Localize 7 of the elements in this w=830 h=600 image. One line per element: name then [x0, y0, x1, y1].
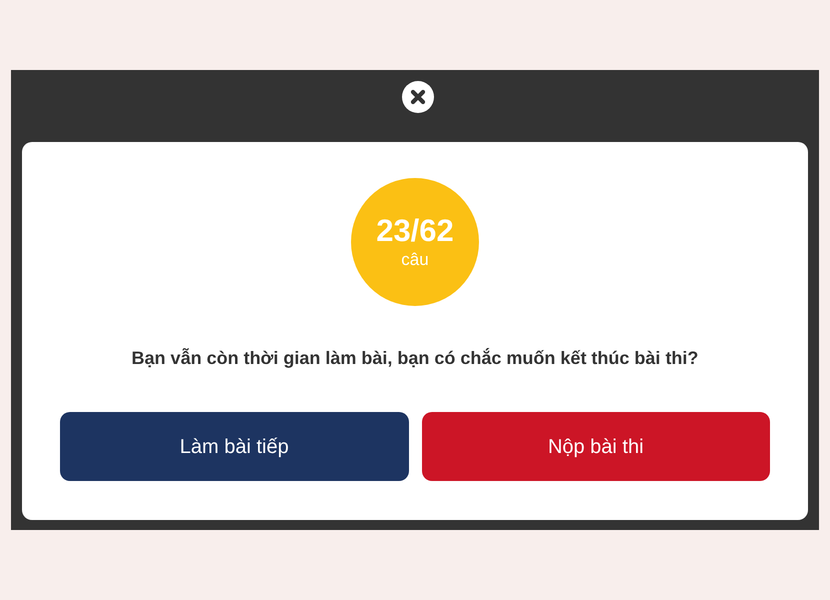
progress-unit: câu	[401, 250, 429, 270]
continue-button[interactable]: Làm bài tiếp	[60, 412, 408, 481]
close-button[interactable]	[402, 81, 434, 113]
submit-button[interactable]: Nộp bài thi	[422, 412, 770, 481]
confirm-message: Bạn vẫn còn thời gian làm bài, bạn có chắc muốn kết thúc bài thi?	[132, 347, 698, 370]
progress-count: 23/62	[376, 214, 454, 248]
close-icon	[402, 81, 434, 113]
